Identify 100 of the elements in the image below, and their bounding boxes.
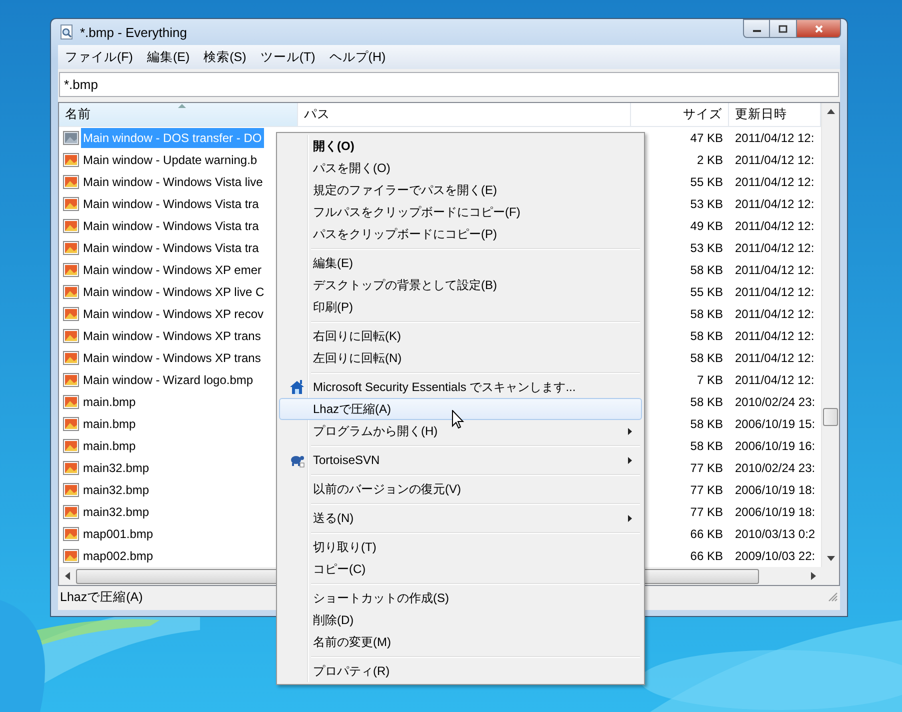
image-file-icon [63, 328, 79, 344]
modified-date: 2011/04/12 12: [734, 197, 816, 211]
menu-item[interactable]: ファイル(F) [58, 48, 140, 66]
file-size: 66 KB [689, 527, 724, 541]
file-name[interactable]: main.bmp [81, 392, 138, 412]
context-menu-item[interactable]: パスを開く(O) [279, 157, 642, 179]
context-menu-item[interactable]: 規定のファイラーでパスを開く(E) [279, 179, 642, 201]
file-size: 53 KB [689, 241, 724, 255]
context-menu-item[interactable]: コピー(C) [279, 558, 642, 580]
file-name[interactable]: main.bmp [81, 436, 138, 456]
file-size: 55 KB [689, 285, 724, 299]
context-menu-item[interactable]: 編集(E) [279, 252, 642, 274]
file-name[interactable]: Main window - Windows XP trans [81, 348, 263, 368]
file-name[interactable]: main.bmp [81, 414, 138, 434]
image-file-icon [63, 482, 79, 498]
file-size: 77 KB [689, 461, 724, 475]
file-name[interactable]: Main window - Windows Vista tra [81, 238, 261, 258]
context-menu-item[interactable]: 削除(D) [279, 609, 642, 631]
vertical-scrollbar[interactable] [821, 103, 839, 567]
scroll-right-icon[interactable] [811, 572, 816, 580]
context-menu-item[interactable]: 名前の変更(M) [279, 631, 642, 653]
modified-date: 2006/10/19 18: [734, 505, 816, 519]
file-name[interactable]: Main window - Update warning.b [81, 150, 260, 170]
modified-date: 2011/04/12 12: [734, 175, 816, 189]
context-menu-item[interactable]: 印刷(P) [279, 296, 642, 318]
menu-item[interactable]: 検索(S) [196, 48, 254, 66]
context-menu-item[interactable]: ショートカットの作成(S) [279, 587, 642, 609]
image-file-icon [63, 548, 79, 564]
context-menu-item[interactable]: フルパスをクリップボードにコピー(F) [279, 201, 642, 223]
file-name[interactable]: main32.bmp [81, 502, 152, 522]
document-search-icon [59, 24, 75, 40]
close-button[interactable] [797, 19, 841, 38]
context-menu-item[interactable]: TortoiseSVN [279, 449, 642, 471]
submenu-arrow-icon [628, 456, 632, 464]
file-name[interactable]: main32.bmp [81, 458, 152, 478]
image-file-icon [63, 526, 79, 542]
file-name[interactable]: Main window - Windows Vista tra [81, 216, 261, 236]
menu-item[interactable]: 編集(E) [140, 48, 197, 66]
menu-item[interactable]: ツール(T) [253, 48, 322, 66]
resize-grip-icon[interactable] [828, 592, 838, 602]
file-name[interactable]: map001.bmp [81, 524, 156, 544]
context-menu-item[interactable]: 右回りに回転(K) [279, 325, 642, 347]
context-menu-item[interactable]: プログラムから開く(H) [279, 420, 642, 442]
minimize-button[interactable] [743, 19, 770, 38]
image-file-icon [63, 504, 79, 520]
maximize-button[interactable] [770, 19, 797, 38]
context-menu-item[interactable]: 送る(N) [279, 507, 642, 529]
submenu-arrow-icon [628, 514, 632, 522]
modified-date: 2010/02/24 23: [734, 395, 816, 409]
file-name[interactable]: Main window - Windows XP recov [81, 304, 266, 324]
context-menu-item[interactable]: 切り取り(T) [279, 536, 642, 558]
submenu-arrow-icon [628, 428, 632, 434]
image-file-icon [63, 460, 79, 476]
context-menu-item[interactable]: 開く(O) [279, 135, 642, 157]
file-name[interactable]: Main window - Windows Vista tra [81, 194, 261, 214]
mouse-pointer-icon [452, 410, 464, 429]
modified-date: 2011/04/12 12: [734, 131, 816, 145]
image-file-icon [63, 262, 79, 278]
scroll-left-icon[interactable] [65, 572, 70, 580]
file-size: 58 KB [689, 351, 724, 365]
context-menu-item[interactable]: Lhazで圧縮(A) [279, 398, 642, 420]
file-size: 58 KB [689, 417, 724, 431]
context-menu-item[interactable]: Microsoft Security Essentials でスキャンします... [279, 376, 642, 398]
sort-arrow-icon [178, 104, 186, 108]
scroll-down-icon[interactable] [826, 556, 834, 561]
file-name[interactable]: Main window - Windows XP emer [81, 260, 264, 280]
file-name[interactable]: map002.bmp [81, 546, 156, 566]
file-size: 58 KB [689, 395, 724, 409]
image-file-icon [63, 438, 79, 454]
context-menu-item[interactable]: 以前のバージョンの復元(V) [279, 478, 642, 500]
file-name[interactable]: Main window - Wizard logo.bmp [81, 370, 256, 390]
modified-date: 2011/04/12 12: [734, 329, 816, 343]
file-name[interactable]: Main window - Windows XP live C [81, 282, 266, 302]
context-menu-item[interactable]: プロパティ(R) [279, 660, 642, 682]
column-header[interactable]: 名前 [59, 103, 298, 126]
modified-date: 2011/04/12 12: [734, 153, 816, 167]
file-size: 49 KB [689, 219, 724, 233]
file-name[interactable]: Main window - Windows XP trans [81, 326, 263, 346]
modified-date: 2011/04/12 12: [734, 351, 816, 365]
modified-date: 2011/04/12 12: [734, 241, 816, 255]
menu-item[interactable]: ヘルプ(H) [322, 48, 393, 66]
context-menu-item[interactable]: 左回りに回転(N) [279, 347, 642, 369]
image-file-icon [63, 240, 79, 256]
window-title: *.bmp - Everything [80, 24, 187, 40]
image-file-icon [63, 152, 79, 168]
scrollbar-thumb[interactable] [823, 408, 838, 426]
file-size: 55 KB [689, 175, 724, 189]
scroll-up-icon[interactable] [826, 109, 834, 114]
file-name[interactable]: main32.bmp [81, 480, 152, 500]
modified-date: 2006/10/19 18: [734, 483, 816, 497]
close-icon [814, 24, 824, 32]
search-field[interactable]: *.bmp [59, 72, 839, 97]
file-size: 47 KB [689, 131, 724, 145]
file-size: 66 KB [689, 549, 724, 563]
file-name[interactable]: Main window - Windows Vista live [81, 172, 265, 192]
context-menu-item[interactable]: デスクトップの背景として設定(B) [279, 274, 642, 296]
modified-date: 2009/10/03 22: [734, 549, 816, 563]
image-file-icon [63, 218, 79, 234]
context-menu-item[interactable]: パスをクリップボードにコピー(P) [279, 223, 642, 245]
image-file-icon [63, 350, 79, 366]
